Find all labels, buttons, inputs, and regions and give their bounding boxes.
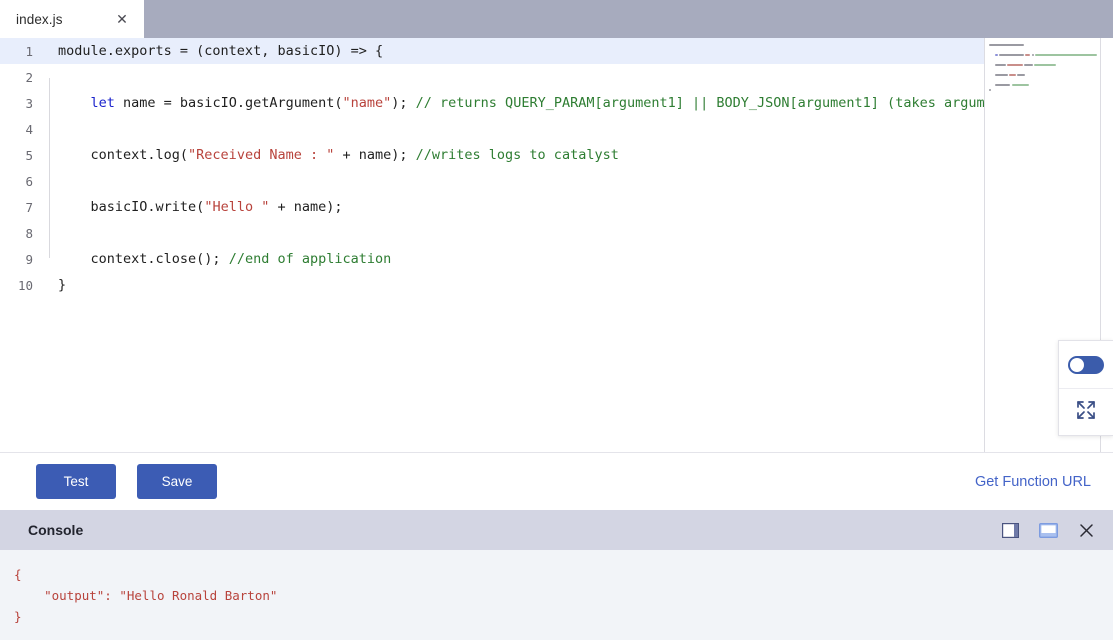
save-button[interactable]: Save (137, 464, 217, 499)
minimap-line (995, 64, 1006, 66)
line-number: 8 (0, 226, 42, 241)
code-line[interactable]: 5 context.log("Received Name : " + name)… (0, 142, 984, 168)
code-line[interactable]: 8 (0, 220, 984, 246)
fold-guide (42, 142, 58, 168)
fold-guide (42, 90, 58, 116)
console-title: Console (28, 522, 83, 538)
minimap-line (1009, 74, 1016, 76)
line-number: 9 (0, 252, 42, 267)
minimap-line (1007, 64, 1023, 66)
close-icon[interactable] (1075, 519, 1097, 541)
editor-tab-index-js[interactable]: index.js ✕ (0, 0, 144, 38)
console-output: { "output": "Hello Ronald Barton" } (0, 550, 1113, 627)
code-text: basicIO.write("Hello " + name); (58, 194, 343, 220)
minimap-line (999, 54, 1024, 56)
code-text: let name = basicIO.getArgument("name"); … (58, 90, 984, 116)
minimap-line (989, 89, 991, 91)
line-number: 6 (0, 174, 42, 189)
tab-label: index.js (16, 12, 63, 27)
code-line[interactable]: 9 context.close(); //end of application (0, 246, 984, 272)
fullscreen-icon (1075, 399, 1097, 426)
code-line[interactable]: 3 let name = basicIO.getArgument("name")… (0, 90, 984, 116)
minimap-line (995, 84, 1010, 86)
fold-guide (42, 116, 58, 142)
code-line[interactable]: 6 (0, 168, 984, 194)
minimap-line (1017, 74, 1025, 76)
code-line[interactable]: 4 (0, 116, 984, 142)
code-editor[interactable]: 1 module.exports = (context, basicIO) => … (0, 38, 1113, 452)
fold-guide (42, 38, 58, 64)
minimap-line (1025, 54, 1030, 56)
code-line[interactable]: 7 basicIO.write("Hello " + name); (0, 194, 984, 220)
close-icon[interactable]: ✕ (114, 12, 130, 26)
code-text: } (58, 272, 66, 298)
editor-floating-controls (1058, 340, 1113, 436)
minimap-line (1034, 64, 1056, 66)
code-text: context.close(); //end of application (58, 246, 391, 272)
test-button[interactable]: Test (36, 464, 116, 499)
console-actions (999, 519, 1097, 541)
minimap-line (1035, 54, 1097, 56)
editor-tab-bar: index.js ✕ (0, 0, 1113, 38)
minimap-line (995, 74, 1007, 76)
line-number: 10 (0, 278, 42, 293)
fold-guide (42, 272, 58, 298)
line-number: 5 (0, 148, 42, 163)
dock-right-icon[interactable] (999, 519, 1021, 541)
fold-guide (42, 220, 58, 246)
code-text: context.log("Received Name : " + name); … (58, 142, 619, 168)
minimap-line (989, 44, 1024, 46)
minimap-line (1012, 84, 1030, 86)
code-line[interactable]: 2 (0, 64, 984, 90)
code-text: module.exports = (context, basicIO) => { (58, 38, 383, 64)
line-number: 3 (0, 96, 42, 111)
code-line[interactable]: 10} (0, 272, 984, 298)
console-panel: Console (0, 510, 1113, 640)
code-line[interactable]: 1 module.exports = (context, basicIO) => … (0, 38, 984, 64)
toggle-switch-knob (1070, 358, 1084, 372)
line-number: 1 (0, 44, 42, 59)
console-header: Console (0, 510, 1113, 550)
code-editor-app: index.js ✕ 1 module.exports = (context, b… (0, 0, 1113, 640)
line-number: 4 (0, 122, 42, 137)
get-function-url-link[interactable]: Get Function URL (975, 474, 1091, 490)
editor-mode-toggle[interactable] (1059, 341, 1113, 389)
dock-bottom-icon[interactable] (1037, 519, 1059, 541)
toggle-switch-track (1068, 356, 1104, 374)
minimap-line (995, 54, 998, 56)
minimap-line (1032, 54, 1035, 56)
fold-guide (42, 168, 58, 194)
code-lines-container[interactable]: 1 module.exports = (context, basicIO) => … (0, 38, 984, 452)
fold-guide (42, 194, 58, 220)
minimap-line (1024, 64, 1033, 66)
editor-action-bar: Test Save Get Function URL (0, 452, 1113, 510)
fold-guide (42, 64, 58, 90)
line-number: 2 (0, 70, 42, 85)
fullscreen-button[interactable] (1059, 389, 1113, 435)
fold-guide (42, 246, 58, 272)
line-number: 7 (0, 200, 42, 215)
